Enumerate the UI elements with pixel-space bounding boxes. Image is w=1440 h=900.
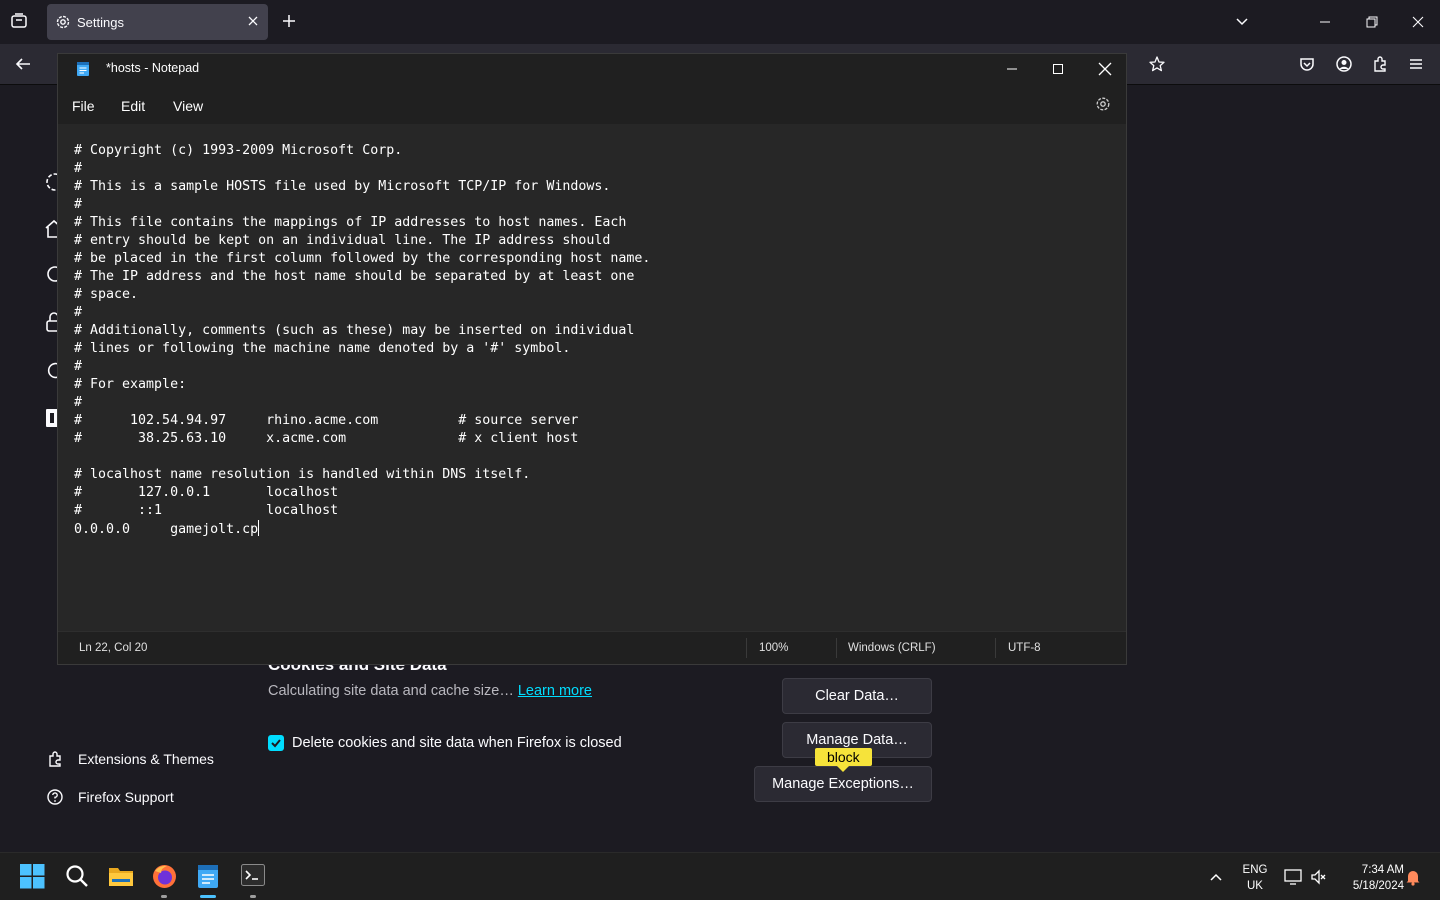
keyboard-region: UK bbox=[1247, 880, 1263, 892]
menu-view[interactable]: View bbox=[173, 98, 203, 114]
sidebar-item-extensions-themes[interactable]: Extensions & Themes bbox=[46, 750, 214, 768]
notepad-icon[interactable] bbox=[197, 864, 219, 889]
close-icon[interactable] bbox=[1410, 14, 1426, 30]
line-endings: Windows (CRLF) bbox=[848, 642, 936, 654]
notepad-icon bbox=[76, 61, 90, 77]
minimize-icon[interactable] bbox=[1004, 61, 1020, 77]
status-divider bbox=[836, 638, 837, 658]
window-title: *hosts - Notepad bbox=[106, 61, 200, 75]
help-icon bbox=[46, 788, 64, 806]
terminal-icon[interactable] bbox=[241, 864, 265, 886]
browser-tab-bar: Settings bbox=[0, 0, 1440, 44]
maximize-icon[interactable] bbox=[1050, 61, 1066, 77]
notepad-menu-bar: File Edit View bbox=[58, 90, 1126, 122]
site-data-size-text: Calculating site data and cache size… Lea… bbox=[268, 683, 592, 699]
language-code: ENG bbox=[1242, 864, 1268, 876]
menu-edit[interactable]: Edit bbox=[121, 98, 145, 114]
start-icon[interactable] bbox=[20, 864, 45, 889]
text-caret bbox=[258, 520, 260, 536]
network-icon[interactable] bbox=[1284, 868, 1302, 886]
close-icon[interactable] bbox=[1096, 60, 1114, 78]
delete-cookies-label: Delete cookies and site data when Firefo… bbox=[292, 735, 622, 751]
site-data-status: Calculating site data and cache size… bbox=[268, 683, 514, 699]
terminal-running-indicator bbox=[250, 895, 256, 898]
sidebar-item-label: Firefox Support bbox=[78, 789, 174, 805]
pocket-icon[interactable] bbox=[1298, 55, 1316, 73]
firefox-running-indicator bbox=[161, 895, 167, 898]
notepad-title-bar[interactable]: *hosts - Notepad bbox=[58, 54, 1126, 84]
tab-settings[interactable]: Settings bbox=[47, 4, 268, 40]
input-language-indicator[interactable]: ENG UK bbox=[1240, 862, 1270, 894]
cursor-position: Ln 22, Col 20 bbox=[79, 642, 148, 654]
zoom-level: 100% bbox=[759, 642, 789, 654]
clear-data-button[interactable]: Clear Data… bbox=[782, 678, 932, 714]
clock-date: 5/18/2024 bbox=[1352, 880, 1404, 892]
new-tab-icon[interactable] bbox=[280, 12, 298, 30]
account-icon[interactable] bbox=[1335, 55, 1353, 73]
delete-cookies-on-close-option[interactable]: Delete cookies and site data when Firefo… bbox=[268, 735, 622, 751]
status-divider bbox=[995, 638, 996, 658]
notepad-status-bar: Ln 22, Col 20 100% Windows (CRLF) UTF-8 bbox=[58, 631, 1126, 664]
chevron-up-icon[interactable] bbox=[1208, 869, 1224, 885]
firefox-icon[interactable] bbox=[152, 864, 177, 889]
close-tab-icon[interactable] bbox=[246, 14, 260, 28]
bookmark-star-icon[interactable] bbox=[1148, 55, 1166, 73]
hamburger-menu-icon[interactable] bbox=[1407, 55, 1425, 73]
extensions-icon[interactable] bbox=[1371, 55, 1389, 73]
chevron-down-icon[interactable] bbox=[1234, 14, 1250, 30]
taskbar: ENG UK 7:34 AM 5/18/2024 bbox=[0, 852, 1440, 900]
restore-icon[interactable] bbox=[1364, 14, 1380, 30]
sidebar-item-label: Extensions & Themes bbox=[78, 751, 214, 767]
status-divider bbox=[746, 638, 747, 658]
hosts-file-text: # Copyright (c) 1993-2009 Microsoft Corp… bbox=[74, 143, 651, 537]
puzzle-icon bbox=[46, 750, 64, 768]
learn-more-link[interactable]: Learn more bbox=[518, 683, 592, 699]
volume-muted-icon[interactable] bbox=[1310, 868, 1328, 886]
minimize-icon[interactable] bbox=[1317, 14, 1333, 30]
settings-gear-icon[interactable] bbox=[1095, 96, 1111, 112]
back-arrow-icon[interactable] bbox=[14, 55, 32, 73]
search-highlight-tooltip: block bbox=[815, 748, 872, 772]
menu-file[interactable]: File bbox=[72, 98, 95, 114]
clock-time: 7:34 AM bbox=[1361, 864, 1404, 876]
search-icon[interactable] bbox=[65, 864, 89, 888]
notepad-active-indicator bbox=[200, 895, 216, 898]
text-editor[interactable]: # Copyright (c) 1993-2009 Microsoft Corp… bbox=[58, 124, 1126, 632]
tab-title: Settings bbox=[77, 15, 124, 30]
editor-content[interactable]: # Copyright (c) 1993-2009 Microsoft Corp… bbox=[74, 142, 650, 539]
encoding: UTF-8 bbox=[1008, 642, 1041, 654]
firefox-view-icon[interactable] bbox=[10, 12, 28, 30]
gear-icon bbox=[55, 14, 71, 30]
delete-cookies-checkbox[interactable] bbox=[268, 735, 284, 751]
notepad-window: *hosts - Notepad File Edit View # Copyri… bbox=[57, 53, 1127, 665]
file-explorer-icon[interactable] bbox=[108, 864, 134, 888]
clock[interactable]: 7:34 AM 5/18/2024 bbox=[1334, 862, 1404, 894]
notification-bell-icon[interactable] bbox=[1405, 868, 1421, 886]
sidebar-item-firefox-support[interactable]: Firefox Support bbox=[46, 788, 174, 806]
